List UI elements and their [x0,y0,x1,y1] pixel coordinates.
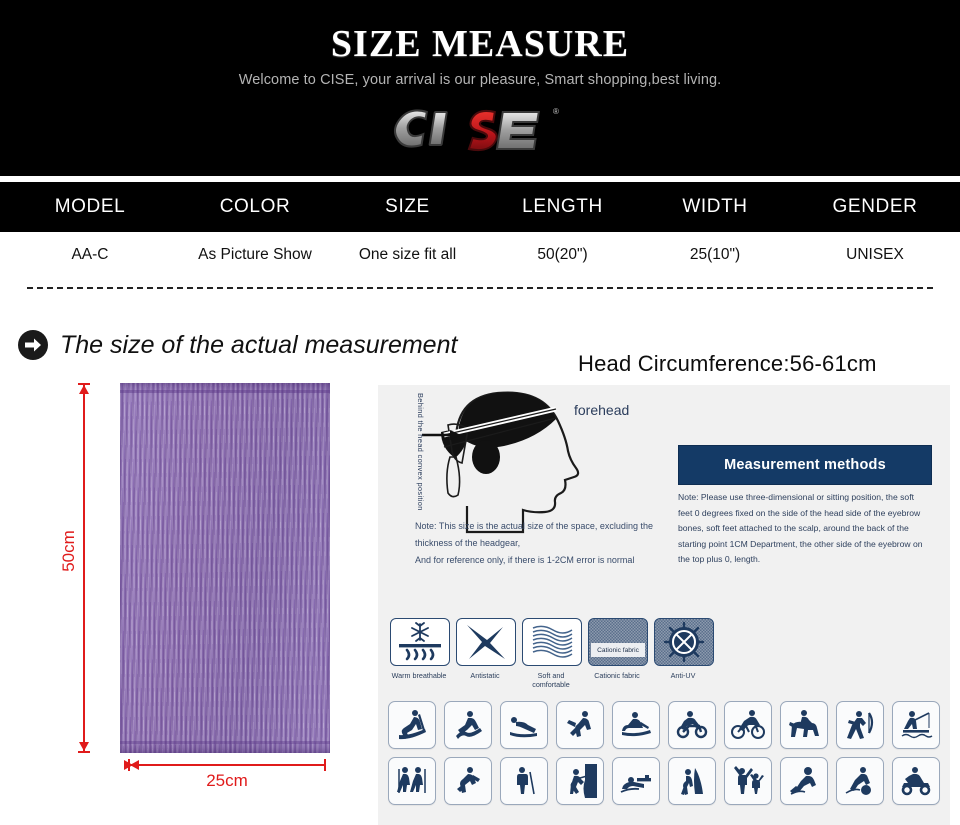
diagram-note-line: Note: This size is the actual size of th… [415,521,653,531]
hiking-pair-icon [388,757,436,805]
cycling-icon [724,701,772,749]
measurement-methods-line: bones, soft feet attached to the scalp, … [678,523,909,533]
cell-model: AA-C [71,246,109,263]
atv-quad-icon [892,757,940,805]
hero-banner: SIZE MEASURE Welcome to CISE, your arriv… [0,0,960,176]
measurement-methods-line: starting point 1CM Department, the other… [678,538,923,549]
motorcycle-icon [668,701,716,749]
measurement-methods-heading-label: Measurement methods [724,457,886,473]
cell-gender: UNISEX [846,246,904,263]
anti-uv-sun-icon [654,618,714,666]
water-skiing-icon [444,701,492,749]
feature-label: Cationic fabric [594,671,640,680]
column-header-gender: GENDER [832,196,918,217]
feature-label: Soft and comfortable [532,671,570,689]
arrow-right-icon [124,760,133,770]
soft-fabric-waves-icon [522,618,582,666]
column-header-size: SIZE [385,196,430,217]
feature-label: Antistatic [470,671,500,680]
soccer-icon [836,757,884,805]
column-header-model: MODEL [54,196,126,217]
width-dimension-label: 25cm [206,771,248,790]
forehead-label: forehead [574,402,630,418]
running-sprint-icon [556,701,604,749]
column-header-width: WIDTH [682,196,748,217]
handball-icon [780,757,828,805]
snowflake-breathable-icon [390,618,450,666]
mountaineering-icon [668,757,716,805]
cell-length: 50(20") [537,246,588,263]
section-heading-label: The size of the actual measurement [60,330,458,359]
info-panel: Behind the head convex position forehead… [378,385,950,825]
behind-head-label: Behind the head convex position [416,393,425,511]
product-photo-zone: 50cm 25cm [0,375,378,825]
arrow-down-icon [79,742,89,751]
product-image [120,383,330,753]
diagram-note-line: And for reference only, if there is 1-2C… [415,555,635,565]
feature-warm-breathable: Warm breathable [390,618,450,689]
trekking-pole-icon [500,757,548,805]
column-header-color: COLOR [219,196,291,217]
skiing-icon [388,701,436,749]
sports-icon-row [388,701,944,749]
table-row: AA-C As Picture Show One size fit all 50… [0,232,960,278]
dashed-divider [27,287,933,289]
width-dimension-line [124,759,326,771]
brand-logo: ® [0,98,960,160]
height-dimension-line [78,383,90,753]
cationic-fabric-tag: Cationic fabric [591,643,645,657]
arrow-up-icon [79,385,89,394]
measurement-methods-heading: Measurement methods [678,445,932,485]
measurement-methods-line: the top plus 0, length. [678,554,761,564]
cationic-fabric-icon: Cationic fabric [588,618,648,666]
diagram-note: Note: This size is the actual size of th… [415,518,715,569]
jogging-icon [444,757,492,805]
page-title: SIZE MEASURE [330,23,630,65]
feature-soft-comfortable: Soft and comfortable [522,618,582,689]
cise-logo-icon: ® [393,107,559,152]
archery-icon [836,701,884,749]
cell-color: As Picture Show [198,246,312,263]
snowmobile-icon [612,701,660,749]
diagram-note-line: thickness of the headgear, [415,538,521,548]
sledding-icon [500,701,548,749]
feature-label: Anti-UV [670,671,696,680]
section-heading: The size of the actual measurement [16,325,457,365]
antistatic-bolt-icon [456,618,516,666]
feature-anti-uv: Anti-UV [654,618,714,689]
shooting-prone-icon [612,757,660,805]
celebrating-pair-icon [724,757,772,805]
measurement-methods-line: feet 0 degrees fixed on the side of the … [678,507,921,518]
measurement-methods-body: Note: Please use three-dimensional or si… [678,490,936,568]
feature-cationic-fabric: Cationic fabric Cationic fabric [588,618,648,689]
arrow-right-circle-icon [18,330,48,360]
feature-antistatic: Antistatic [456,618,516,689]
horse-riding-icon [780,701,828,749]
hero-subtitle: Welcome to CISE, your arrival is our ple… [238,72,722,88]
cell-width: 25(10") [689,246,741,263]
feature-icon-list: Warm breathable Antistatic Soft and comf… [390,618,720,689]
sports-icon-grid [388,701,944,813]
height-dimension-label: 50cm [58,530,78,572]
column-header-length: LENGTH [522,196,603,217]
rock-climbing-icon [556,757,604,805]
measurement-methods-line: Note: Please use three-dimensional or si… [678,492,914,502]
cell-size: One size fit all [358,246,457,263]
head-circumference-label: Head Circumference:56-61cm [578,351,877,376]
fishing-icon [892,701,940,749]
spec-table-header: MODEL COLOR SIZE LENGTH WIDTH GENDER [0,182,960,232]
feature-label: Warm breathable [391,671,447,680]
registered-mark: ® [553,107,559,116]
sports-icon-row [388,757,944,805]
